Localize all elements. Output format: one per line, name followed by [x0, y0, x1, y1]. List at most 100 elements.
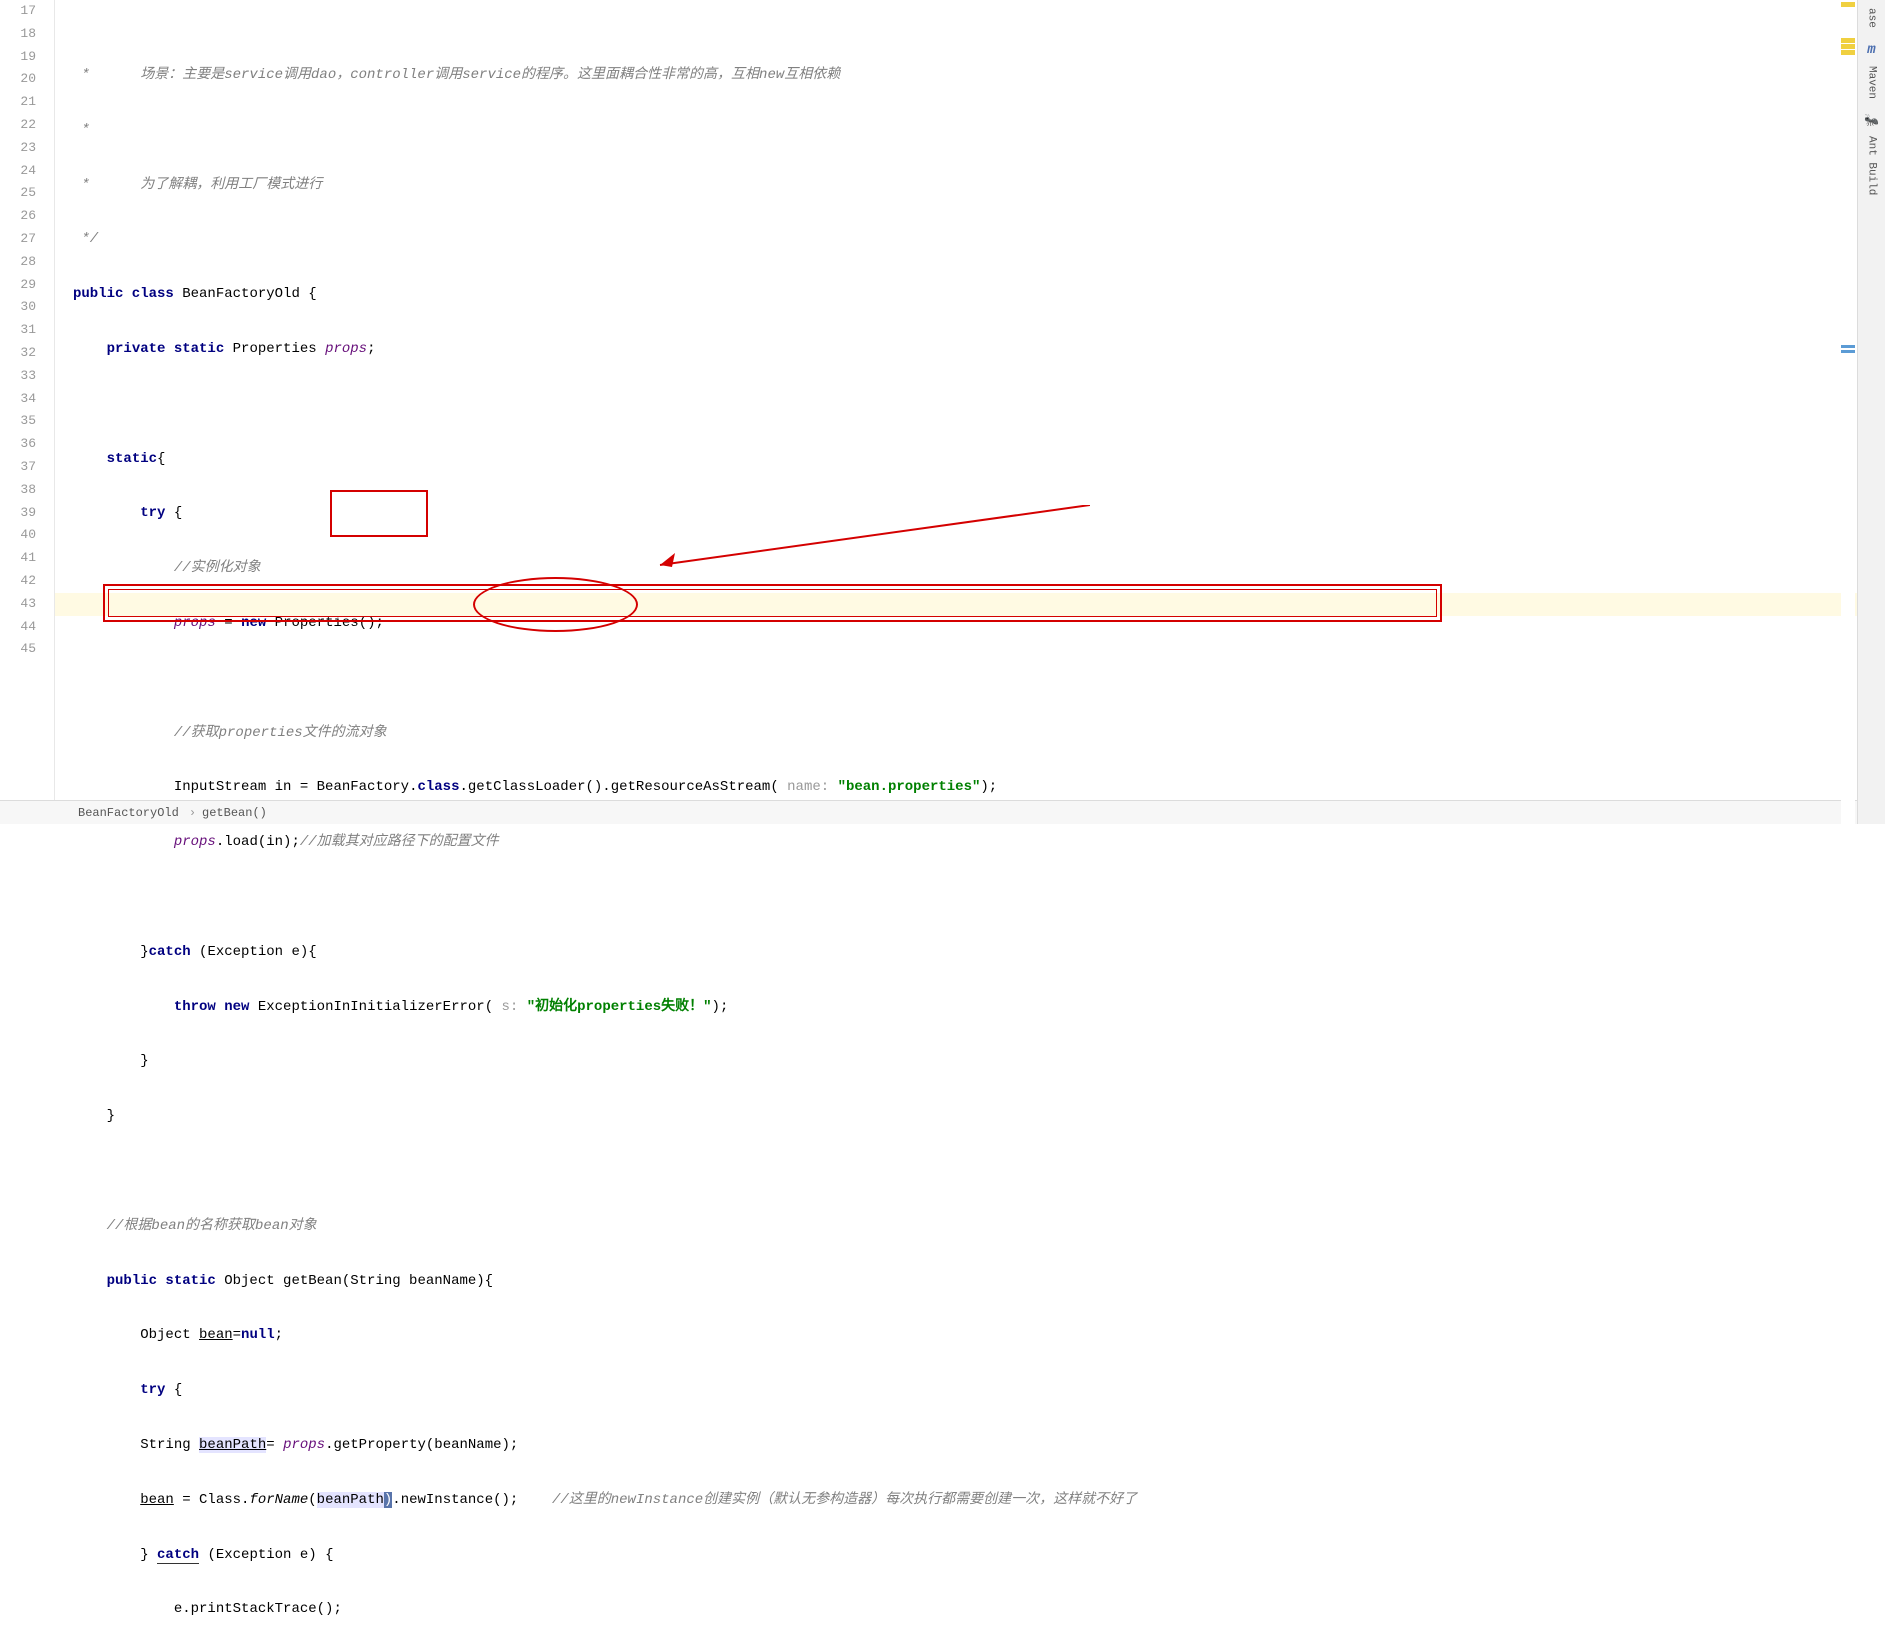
field-ref: props — [325, 341, 367, 357]
code-text: ; — [367, 341, 375, 357]
comment-text: //根据bean的名称获取bean对象 — [107, 1218, 317, 1234]
keyword: static — [107, 451, 157, 467]
code-text: Object — [140, 1327, 199, 1343]
line-gutter: 17 18 19 20 21 22 23 24 25 26 27 28 29 3… — [0, 0, 55, 800]
keyword: new — [241, 615, 266, 631]
keyword: try — [140, 1382, 165, 1398]
line-number: 22 — [0, 114, 36, 137]
var-ref: bean — [140, 1492, 174, 1508]
line-number: 18 — [0, 23, 36, 46]
code-text: = — [266, 1437, 283, 1453]
comment-text: */ — [73, 231, 98, 247]
line-number: 29 — [0, 274, 36, 297]
keyword: catch — [149, 944, 191, 960]
line-number: 31 — [0, 319, 36, 342]
line-number: 17 — [0, 0, 36, 23]
code-text: ); — [980, 779, 997, 795]
code-text: .getClassLoader().getResourceAsStream( — [459, 779, 787, 795]
code-text: = — [216, 615, 241, 631]
maven-icon: m — [1867, 42, 1875, 58]
error-stripe[interactable] — [1841, 0, 1855, 824]
code-text: Object getBean(String beanName){ — [216, 1273, 493, 1289]
comment-text: //这里的newInstance创建实例（默认无参构造器）每次执行都需要创建一次… — [552, 1492, 1137, 1508]
comment-text: * 场景：主要是service调用dao，controller调用service… — [73, 67, 840, 83]
line-number: 42 — [0, 570, 36, 593]
code-text: Properties — [224, 341, 325, 357]
line-number: 20 — [0, 68, 36, 91]
code-text: (Exception e) { — [199, 1547, 333, 1563]
tool-tab-maven[interactable]: Maven — [1864, 58, 1880, 107]
comment-text: * 为了解耦，利用工厂模式进行 — [73, 177, 322, 193]
code-text: String — [140, 1437, 199, 1453]
code-text: = Class. — [174, 1492, 250, 1508]
info-marker[interactable] — [1841, 345, 1855, 348]
code-text: BeanFactoryOld { — [174, 286, 317, 302]
line-number: 43 — [0, 593, 36, 616]
line-number: 39 — [0, 502, 36, 525]
code-text: Properties(); — [266, 615, 384, 631]
selected-word: beanPath — [317, 1492, 384, 1508]
code-text: e.printStackTrace(); — [174, 1601, 342, 1617]
code-text: } — [140, 944, 148, 960]
comment-text: //加载其对应路径下的配置文件 — [300, 834, 499, 850]
code-text: ExceptionInInitializerError( — [249, 999, 501, 1015]
keyword: catch — [157, 1547, 199, 1564]
string-literal: "bean.properties" — [838, 779, 981, 795]
string-literal: "初始化properties失败！" — [527, 999, 712, 1015]
code-text: { — [165, 505, 182, 521]
line-number: 38 — [0, 479, 36, 502]
code-text: { — [165, 1382, 182, 1398]
code-text: (Exception e){ — [191, 944, 317, 960]
ant-icon: 🐜 — [1864, 113, 1879, 128]
warning-marker[interactable] — [1841, 44, 1855, 49]
code-text: } — [140, 1547, 157, 1563]
code-text: ; — [275, 1327, 283, 1343]
tool-tab-ant[interactable]: Ant Build — [1864, 128, 1880, 203]
var-ref: bean — [199, 1327, 233, 1343]
tool-tab-database[interactable]: ase — [1864, 0, 1880, 36]
line-number: 25 — [0, 182, 36, 205]
field-ref: props — [174, 834, 216, 850]
line-number: 32 — [0, 342, 36, 365]
line-number: 27 — [0, 228, 36, 251]
code-text: .load(in); — [216, 834, 300, 850]
line-number: 24 — [0, 160, 36, 183]
comment-text: //实例化对象 — [174, 560, 261, 576]
field-ref: props — [174, 615, 216, 631]
comment-text: //获取properties文件的流对象 — [174, 725, 387, 741]
line-number: 35 — [0, 410, 36, 433]
selected-word: beanPath — [199, 1437, 266, 1453]
keyword: null — [241, 1327, 275, 1343]
line-number: 33 — [0, 365, 36, 388]
right-tool-strip: ase m Maven 🐜 Ant Build — [1857, 0, 1885, 824]
code-text: .getProperty(beanName); — [325, 1437, 518, 1453]
code-text: ( — [308, 1492, 316, 1508]
field-ref: props — [283, 1437, 325, 1453]
code-editor[interactable]: * 场景：主要是service调用dao，controller调用service… — [55, 0, 1885, 800]
code-text: InputStream in = BeanFactory. — [174, 779, 418, 795]
line-number: 26 — [0, 205, 36, 228]
code-text: } — [107, 1108, 115, 1124]
line-number: 21 — [0, 91, 36, 114]
line-number: 44 — [0, 616, 36, 639]
info-marker[interactable] — [1841, 350, 1855, 353]
warning-marker[interactable] — [1841, 2, 1855, 7]
line-number: 41 — [0, 547, 36, 570]
line-number: 30 — [0, 296, 36, 319]
keyword: throw new — [174, 999, 250, 1015]
keyword: private static — [107, 341, 225, 357]
code-text: .newInstance(); — [392, 1492, 552, 1508]
param-hint: name: — [787, 779, 837, 795]
keyword: try — [140, 505, 165, 521]
editor-area: 17 18 19 20 21 22 23 24 25 26 27 28 29 3… — [0, 0, 1885, 800]
param-hint: s: — [502, 999, 527, 1015]
line-number: 40 — [0, 524, 36, 547]
line-number: 19 — [0, 46, 36, 69]
line-number: 34 — [0, 388, 36, 411]
warning-marker[interactable] — [1841, 38, 1855, 43]
code-text: = — [233, 1327, 241, 1343]
keyword: public static — [107, 1273, 216, 1289]
line-number: 37 — [0, 456, 36, 479]
warning-marker[interactable] — [1841, 50, 1855, 55]
line-number: 23 — [0, 137, 36, 160]
